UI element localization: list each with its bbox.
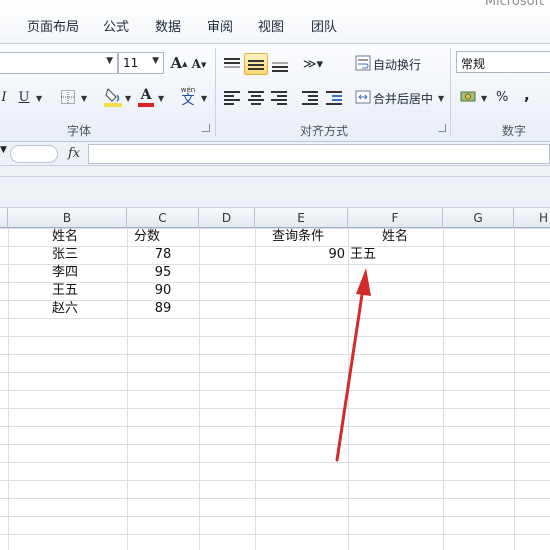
annotation-arrow xyxy=(335,268,371,462)
